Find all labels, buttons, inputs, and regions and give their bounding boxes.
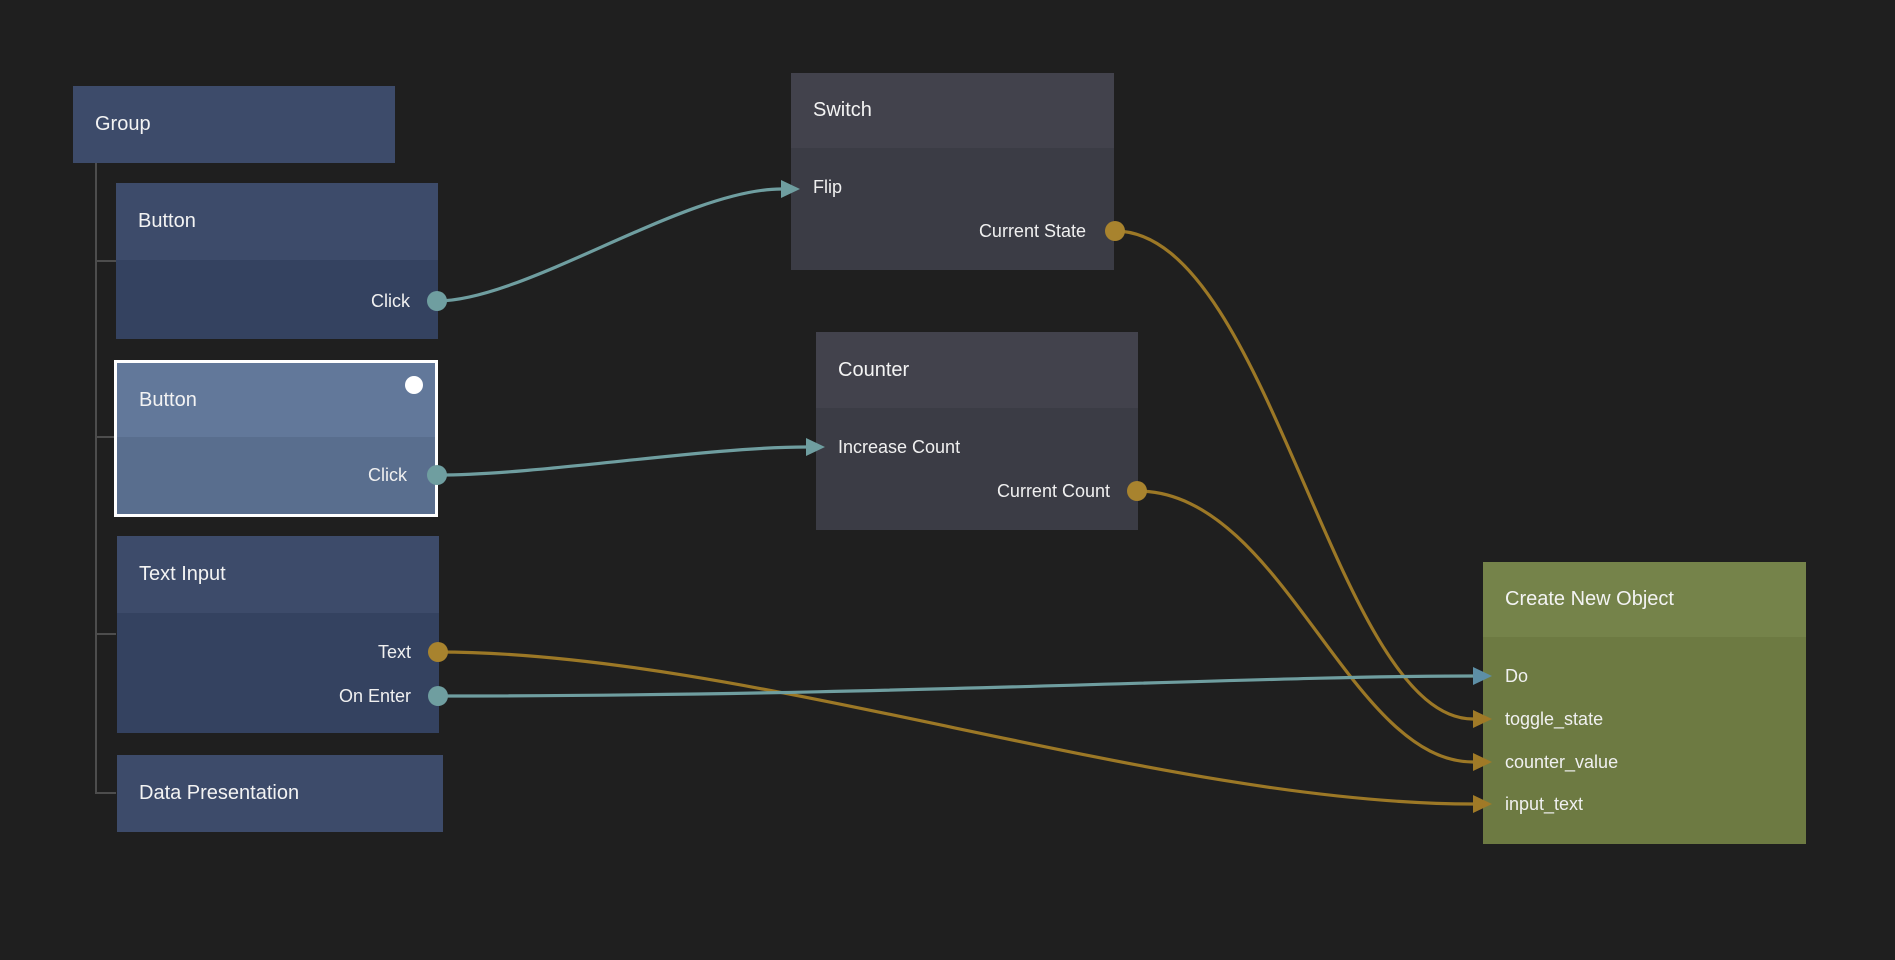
port-row-input-text[interactable]: input_text: [1483, 790, 1806, 818]
node-title: Text Input: [139, 563, 226, 586]
port-label: Text: [378, 642, 411, 662]
node-create-new-object[interactable]: Create New Object Do toggle_state counte…: [1483, 562, 1806, 844]
port-row-click[interactable]: Click: [117, 461, 435, 489]
node-data-presentation-header[interactable]: Data Presentation: [117, 755, 443, 832]
node-button-2[interactable]: Button Click: [114, 360, 438, 517]
port-label: toggle_state: [1505, 709, 1603, 729]
node-group-header[interactable]: Group: [73, 86, 395, 163]
port-row-toggle-state[interactable]: toggle_state: [1483, 705, 1806, 733]
node-counter[interactable]: Counter Increase Count Current Count: [816, 332, 1138, 530]
node-create-new-object-header[interactable]: Create New Object: [1483, 562, 1806, 637]
node-title: Create New Object: [1505, 588, 1674, 611]
node-title: Counter: [838, 359, 909, 382]
port-row-counter-value[interactable]: counter_value: [1483, 748, 1806, 776]
wire-button1-click-to-flip[interactable]: [437, 189, 781, 301]
node-editor-canvas[interactable]: Group Button Click Button Click Text Inp…: [0, 0, 1895, 960]
port-row-on-enter[interactable]: On Enter: [117, 682, 439, 710]
port-label: Current State: [979, 221, 1086, 241]
port-label: Do: [1505, 666, 1528, 686]
node-group[interactable]: Group: [73, 86, 395, 163]
port-row-increase-count[interactable]: Increase Count: [816, 433, 1138, 461]
port-row-current-count[interactable]: Current Count: [816, 477, 1138, 505]
node-text-input-body: [117, 613, 439, 733]
node-text-input-header[interactable]: Text Input: [117, 536, 439, 613]
port-row-text[interactable]: Text: [117, 638, 439, 666]
hierarchy-line-stub: [95, 633, 116, 635]
wire-button2-click-to-increase-count[interactable]: [438, 447, 806, 475]
hierarchy-line-stub: [95, 436, 116, 438]
node-switch-header[interactable]: Switch: [791, 73, 1114, 148]
node-counter-header[interactable]: Counter: [816, 332, 1138, 408]
node-title: Button: [138, 210, 196, 233]
port-label: Flip: [813, 177, 842, 197]
port-label: Current Count: [997, 481, 1110, 501]
port-row-flip[interactable]: Flip: [791, 173, 1114, 201]
hierarchy-line-stub: [95, 792, 116, 794]
selection-indicator-dot: [405, 376, 423, 394]
node-button-2-header[interactable]: Button: [117, 363, 435, 437]
node-text-input[interactable]: Text Input Text On Enter: [117, 536, 439, 733]
node-switch[interactable]: Switch Flip Current State: [791, 73, 1114, 270]
wire-current-state-to-toggle-state[interactable]: [1115, 231, 1473, 719]
port-label: Click: [371, 291, 410, 311]
node-title: Button: [139, 389, 197, 412]
port-label: Click: [368, 465, 407, 485]
port-label: Increase Count: [838, 437, 960, 457]
hierarchy-line-stub: [95, 260, 116, 262]
port-row-current-state[interactable]: Current State: [791, 217, 1114, 245]
node-title: Group: [95, 113, 151, 136]
port-label: input_text: [1505, 794, 1583, 814]
wire-current-count-to-counter-value[interactable]: [1137, 491, 1473, 762]
wire-text-to-input-text[interactable]: [438, 652, 1473, 804]
port-row-click[interactable]: Click: [116, 287, 438, 315]
wire-on-enter-to-do[interactable]: [438, 676, 1473, 696]
node-button-1-header[interactable]: Button: [116, 183, 438, 260]
node-title: Switch: [813, 99, 872, 122]
node-counter-body: [816, 408, 1138, 530]
node-button-1[interactable]: Button Click: [116, 183, 438, 339]
hierarchy-line-vertical: [95, 163, 97, 794]
port-row-do[interactable]: Do: [1483, 662, 1806, 690]
port-label: On Enter: [339, 686, 411, 706]
port-label: counter_value: [1505, 752, 1618, 772]
node-data-presentation[interactable]: Data Presentation: [117, 755, 443, 832]
node-switch-body: [791, 148, 1114, 270]
node-title: Data Presentation: [139, 782, 299, 805]
